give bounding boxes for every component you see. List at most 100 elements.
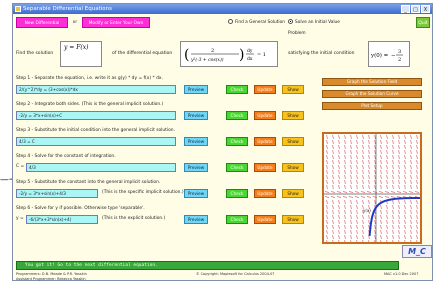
direction-field-segment <box>398 164 400 170</box>
graph-panel[interactable]: y(x) <box>322 132 437 245</box>
step-2-description: Step 2 - Integrate both sides. (This is … <box>16 102 164 107</box>
direction-field-segment <box>386 174 388 180</box>
direction-field-segment <box>348 191 354 193</box>
step-2-input[interactable]: -2/y = 3*x+sin(x)+C <box>16 111 176 120</box>
direction-field-segment <box>392 234 394 240</box>
quit-button[interactable]: Quit <box>416 17 430 28</box>
direction-field-segment <box>356 134 358 140</box>
step-6-preview-button[interactable]: Preview <box>184 215 208 224</box>
direction-field-segment <box>350 214 352 220</box>
direction-field-segment <box>392 134 394 140</box>
direction-field-segment <box>398 174 400 180</box>
direction-field-segment <box>410 144 412 150</box>
direction-field-segment <box>404 154 406 160</box>
step-1-preview-button[interactable]: Preview <box>184 85 208 94</box>
step-5-update-button[interactable]: Update <box>254 189 276 198</box>
graph-solution-curve-button[interactable]: Graph the Solution Curve <box>322 90 422 98</box>
direction-field-segment <box>356 219 358 225</box>
direction-field-segment <box>372 191 378 193</box>
graph-solution-field-button[interactable]: Graph the Solution Field <box>322 78 422 86</box>
direction-field-segment <box>350 169 352 175</box>
solution-graph: y(x) <box>324 134 437 245</box>
direction-field-segment <box>332 159 334 165</box>
step-4-check-button[interactable]: Check <box>226 163 248 172</box>
step-1-check-button[interactable]: Check <box>226 85 248 94</box>
direction-field-segment <box>350 234 352 240</box>
step-4-preview-button[interactable]: Preview <box>184 163 208 172</box>
step-3-preview-button[interactable]: Preview <box>184 137 208 146</box>
step-5-check-button[interactable]: Check <box>226 189 248 198</box>
step-5-preview-button[interactable]: Preview <box>184 189 208 198</box>
direction-field-segment <box>368 179 370 185</box>
direction-field-segment <box>392 164 394 170</box>
direction-field-segment <box>330 196 336 198</box>
step-6-check-button[interactable]: Check <box>226 215 248 224</box>
plot-setup-button[interactable]: Plot Setup <box>322 102 422 110</box>
step-6-show-button[interactable]: Show <box>282 215 304 224</box>
initial-condition-math: y(0) = − 3 2 <box>370 49 403 63</box>
direction-field-segment <box>350 199 352 205</box>
step-6-input[interactable]: -6/(3*x+3*sin(x)+4) <box>26 215 98 224</box>
new-equation-button[interactable]: New Differential Equation <box>16 17 68 37</box>
direction-field-segment <box>350 224 352 230</box>
direction-field-segment <box>356 239 358 245</box>
direction-field-segment <box>344 169 346 175</box>
direction-field-segment <box>326 229 328 235</box>
direction-field-segment <box>404 214 406 220</box>
direction-field-segment <box>336 196 342 198</box>
direction-field-segment <box>356 174 358 180</box>
direction-field-segment <box>398 154 400 160</box>
direction-field-segment <box>380 169 382 175</box>
direction-field-segment <box>338 154 340 160</box>
maximize-button[interactable]: □ <box>411 5 420 13</box>
step-5-show-button[interactable]: Show <box>282 189 304 198</box>
step-3-update-button[interactable]: Update <box>254 137 276 146</box>
direction-field-segment <box>338 174 340 180</box>
step-3-input[interactable]: 4/3 = C <box>16 137 176 146</box>
step-4-update-button[interactable]: Update <box>254 163 276 172</box>
direction-field-segment <box>344 149 346 155</box>
direction-field-segment <box>350 209 352 215</box>
step-2-show-button[interactable]: Show <box>282 111 304 120</box>
direction-field-segment <box>398 139 400 145</box>
step-5-input[interactable]: -2/y = 3*x+sin(x)+4/3 <box>16 189 98 198</box>
enter-own-problem-button[interactable]: Modify or Enter Your Own Problem <box>82 17 150 37</box>
step-6-update-button[interactable]: Update <box>254 215 276 224</box>
close-button[interactable]: X <box>421 5 430 13</box>
direction-field-segment <box>416 229 418 235</box>
direction-field-segment <box>404 144 406 150</box>
direction-field-segment <box>332 184 334 190</box>
direction-field-segment <box>356 154 358 160</box>
direction-field-segment <box>350 149 352 155</box>
step-1-show-button[interactable]: Show <box>282 85 304 94</box>
de-numerator: 2 <box>211 48 214 54</box>
direction-field-segment <box>410 164 412 170</box>
direction-field-segment <box>350 219 352 225</box>
general-solution-radio[interactable]: Find a General Solution <box>228 17 286 28</box>
direction-field-segment <box>398 209 400 215</box>
step-4-input[interactable]: 4/3 <box>26 163 176 172</box>
direction-field-segment <box>338 219 340 225</box>
direction-field-segment <box>386 184 388 190</box>
step-1-input[interactable]: 2/(y^2)*dy = (3+cos(x))*dx <box>16 85 176 94</box>
step-4-show-button[interactable]: Show <box>282 163 304 172</box>
direction-field-segment <box>332 239 334 245</box>
step-4-prefix: C = <box>16 164 25 169</box>
direction-field-segment <box>386 169 388 175</box>
step-3-check-button[interactable]: Check <box>226 137 248 146</box>
minimize-button[interactable]: _ <box>401 5 410 13</box>
step-2-check-button[interactable]: Check <box>226 111 248 120</box>
direction-field-segment <box>350 154 352 160</box>
direction-field-segment <box>396 196 402 198</box>
direction-field-segment <box>368 239 370 245</box>
step-2-update-button[interactable]: Update <box>254 111 276 120</box>
step-3-show-button[interactable]: Show <box>282 137 304 146</box>
direction-field-segment <box>344 184 346 190</box>
direction-field-segment <box>356 204 358 210</box>
direction-field-segment <box>344 209 346 215</box>
step-2-preview-button[interactable]: Preview <box>184 111 208 120</box>
direction-field-segment <box>410 174 412 180</box>
ivp-radio[interactable]: Solve an Initial Value Problem <box>288 17 358 36</box>
direction-field-segment <box>404 204 406 210</box>
step-1-update-button[interactable]: Update <box>254 85 276 94</box>
